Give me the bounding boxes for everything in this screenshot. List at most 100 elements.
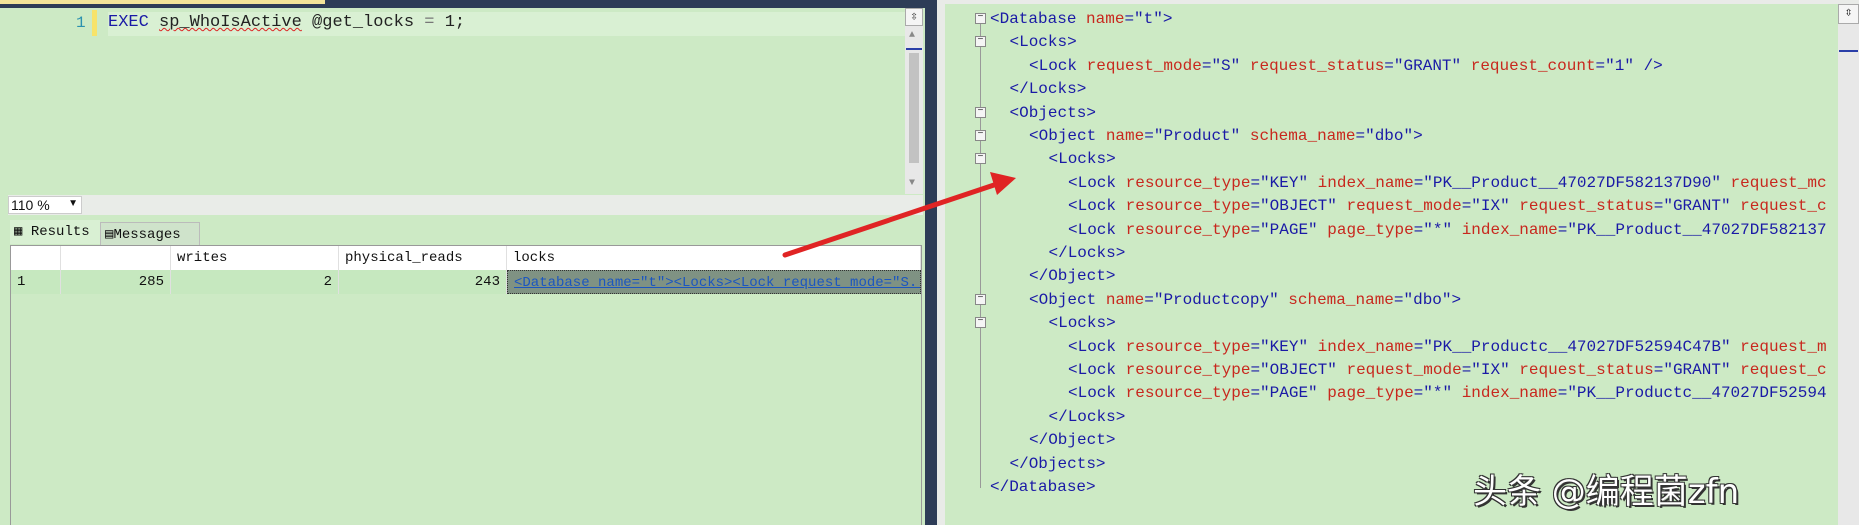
xml-attribute-name: index_name — [1452, 384, 1558, 403]
scroll-down-icon[interactable]: ▼ — [909, 178, 915, 189]
procedure-name: sp_WhoIsActive — [159, 13, 302, 32]
xml-attribute-value: "OBJECT" — [1260, 197, 1337, 216]
xml-punctuation: = — [1124, 10, 1135, 28]
column-header-rownum[interactable] — [11, 246, 61, 270]
xml-attribute-name: request_c — [1730, 361, 1827, 379]
tab-label: Messages — [113, 227, 181, 243]
column-header[interactable] — [61, 246, 171, 270]
collapse-icon[interactable]: − — [975, 153, 986, 165]
xml-line[interactable]: <Locks> — [1010, 31, 1077, 53]
xml-tag: <Lock — [1068, 337, 1117, 356]
xml-line[interactable]: <Lock resource_type="OBJECT" request_mod… — [1068, 359, 1827, 381]
xml-line[interactable]: </Objects> — [1010, 453, 1106, 475]
xml-tag: <Lock — [1029, 56, 1078, 75]
code-line[interactable]: EXEC sp_WhoIsActive @get_locks = 1; — [108, 13, 465, 32]
xml-attribute-value: "OBJECT" — [1260, 361, 1337, 379]
xml-attribute-name: request_mode — [1336, 197, 1462, 216]
pane-divider[interactable] — [925, 0, 937, 525]
line-number: 1 — [76, 14, 86, 32]
xml-punctuation: = — [1653, 197, 1664, 216]
collapse-icon[interactable]: − — [975, 13, 986, 24]
xml-line[interactable]: </Database> — [990, 476, 1096, 498]
xml-attribute-value: "KEY" — [1260, 337, 1309, 356]
xml-tag: <Object — [1029, 127, 1097, 145]
xml-tag: <Locks> — [1048, 314, 1116, 333]
sql-editor[interactable]: 1 EXEC sp_WhoIsActive @get_locks = 1; — [8, 8, 905, 194]
xml-vertical-scrollbar[interactable]: ⇳ — [1838, 4, 1859, 525]
xml-document[interactable]: − <Database name="t"> − <Locks> <Lock reques… — [945, 4, 1838, 525]
xml-tag: <Lock — [1068, 220, 1117, 239]
xml-line[interactable]: <Object name="Product" schema_name="dbo"… — [1029, 125, 1423, 147]
zoom-select[interactable]: 110 % ▼ — [8, 196, 82, 214]
xml-line[interactable]: <Lock resource_type="PAGE" page_type="*"… — [1068, 219, 1827, 241]
xml-line[interactable]: <Objects> — [1010, 102, 1096, 124]
xml-attribute-value: "*" — [1423, 384, 1453, 403]
cell-value[interactable]: 285 — [61, 270, 171, 294]
xml-tag: <Database — [990, 10, 1077, 28]
xml-tag: </Database> — [990, 478, 1096, 496]
cell-locks-xml-link[interactable]: <Database name="t"><Locks><Lock request_… — [507, 270, 921, 294]
cell-physical-reads[interactable]: 243 — [339, 270, 507, 294]
xml-line[interactable]: <Lock resource_type="KEY" index_name="PK… — [1068, 172, 1827, 194]
editor-vertical-scrollbar[interactable]: ⇳ ▲ ▼ — [905, 8, 923, 194]
row-number[interactable]: 1 — [11, 270, 61, 294]
xml-tag: </Object> — [1029, 431, 1116, 450]
xml-line[interactable]: <Lock resource_type="PAGE" page_type="*"… — [1068, 382, 1827, 404]
collapse-icon[interactable]: − — [975, 106, 986, 118]
zoom-value: 110 % — [11, 197, 50, 213]
xml-line[interactable]: <Object name="Productcopy" schema_name="… — [1029, 289, 1461, 311]
collapse-icon[interactable]: − — [975, 130, 986, 141]
xml-attribute-value: "PAGE" — [1260, 220, 1318, 239]
xml-attribute-name: request_status — [1240, 56, 1385, 75]
collapse-icon[interactable]: − — [975, 36, 986, 48]
xml-attribute-value: "PK__Product__47027DF582137 — [1567, 220, 1827, 239]
xml-tag: </Objects> — [1009, 454, 1106, 473]
xml-line[interactable]: </Object> — [1029, 265, 1115, 287]
xml-punctuation: = — [1355, 127, 1366, 145]
scrollbar-thumb[interactable] — [909, 53, 919, 163]
xml-punctuation: = — [1653, 361, 1664, 379]
xml-line[interactable]: <Lock request_mode="S" request_status="G… — [1029, 55, 1663, 77]
column-header-locks[interactable]: locks — [507, 246, 921, 270]
collapse-icon[interactable]: − — [975, 317, 986, 329]
xml-attribute-name: name — [1096, 290, 1145, 309]
xml-line[interactable]: <Lock resource_type="KEY" index_name="PK… — [1068, 336, 1827, 358]
table-row[interactable]: 1 285 2 243 <Database name="t"><Locks><L… — [11, 270, 921, 294]
split-icon[interactable]: ⇳ — [905, 8, 923, 26]
xml-line[interactable]: <Database name="t"> — [990, 8, 1172, 30]
xml-attribute-value: "GRANT" — [1663, 197, 1731, 216]
column-header-physical-reads[interactable]: physical_reads — [339, 246, 507, 270]
grid-header: writes physical_reads locks — [11, 246, 921, 270]
tab-messages[interactable]: ▤Messages — [100, 222, 200, 246]
split-icon[interactable]: ⇳ — [1838, 4, 1859, 24]
grid-icon: ▦ — [14, 224, 23, 240]
xml-tag: </Locks> — [1009, 80, 1087, 99]
xml-attribute-name: request_status — [1509, 197, 1654, 216]
watermark: 头条 @编程菌zfn — [1473, 472, 1740, 512]
xml-line[interactable]: <Locks> — [1049, 148, 1116, 170]
xml-tag: </Object> — [1029, 267, 1116, 286]
scroll-up-icon[interactable]: ▲ — [909, 30, 915, 41]
change-marker — [92, 10, 97, 36]
xml-punctuation: = — [1413, 220, 1424, 239]
xml-attribute-name: request_mc — [1720, 173, 1827, 192]
xml-line[interactable]: </Locks> — [1049, 406, 1126, 428]
cell-writes[interactable]: 2 — [171, 270, 339, 294]
xml-line[interactable]: <Lock resource_type="OBJECT" request_mod… — [1068, 195, 1827, 217]
collapse-icon[interactable]: − — [975, 293, 986, 305]
operator: = — [424, 13, 435, 32]
active-tab-indicator[interactable] — [0, 0, 325, 4]
xml-line[interactable]: </Locks> — [1010, 78, 1087, 100]
xml-line[interactable]: <Locks> — [1049, 312, 1116, 334]
editor-status-bar: 110 % ▼ — [8, 195, 923, 215]
xml-punctuation: = — [1413, 173, 1424, 192]
xml-attribute-value: "GRANT" — [1393, 56, 1462, 75]
xml-line[interactable]: </Locks> — [1049, 242, 1126, 264]
xml-line[interactable]: </Object> — [1029, 429, 1115, 451]
column-header-writes[interactable]: writes — [171, 246, 339, 270]
xml-attribute-name: name — [1096, 127, 1145, 145]
xml-attribute-value: "PK__Productc__47027DF52594C47B" — [1423, 337, 1731, 356]
xml-punctuation: = — [1250, 337, 1261, 356]
tab-results[interactable]: ▦ Results — [10, 220, 100, 244]
xml-attribute-name: request_count — [1461, 56, 1596, 75]
